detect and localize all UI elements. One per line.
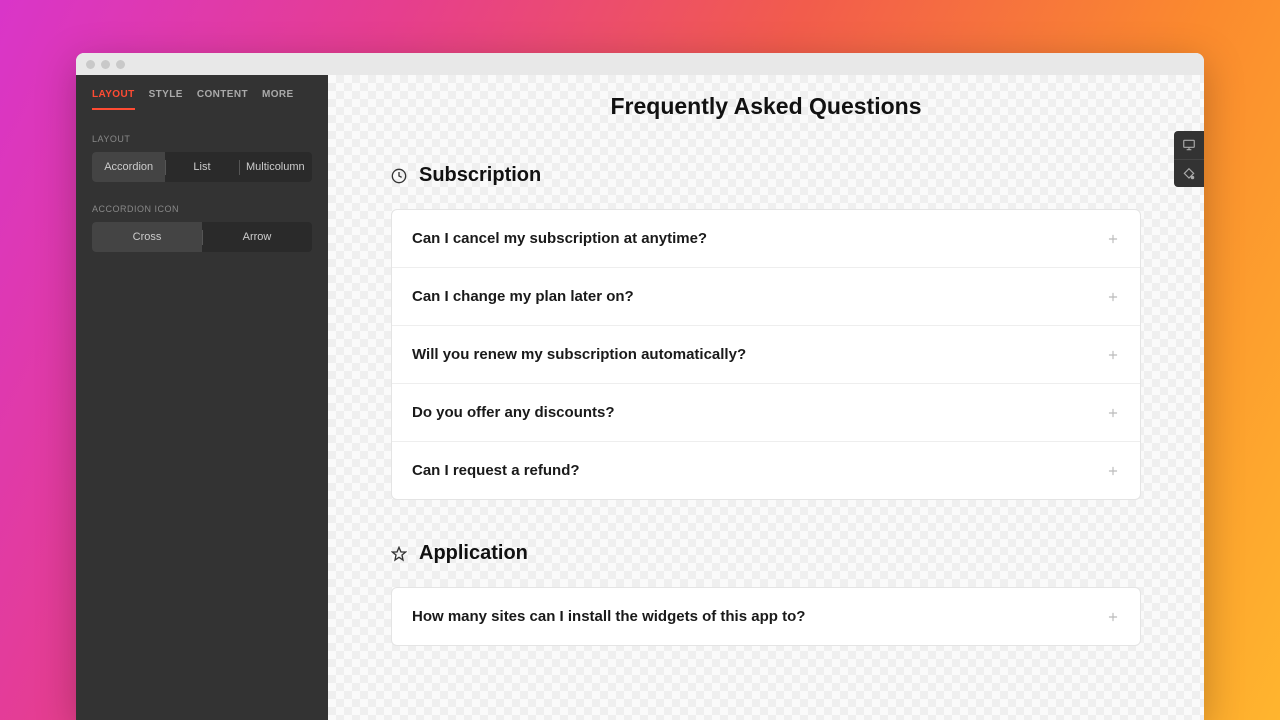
layout-option-accordion[interactable]: Accordion bbox=[92, 152, 165, 182]
plus-icon bbox=[1106, 232, 1120, 246]
faq-question: Can I change my plan later on? bbox=[412, 288, 634, 305]
plus-icon bbox=[1106, 406, 1120, 420]
tab-more[interactable]: MORE bbox=[262, 89, 294, 110]
faq-category: Subscription Can I cancel my subscriptio… bbox=[391, 164, 1141, 500]
layout-option-list[interactable]: List bbox=[165, 152, 238, 182]
faq-accordion-card: Can I cancel my subscription at anytime?… bbox=[391, 209, 1141, 500]
settings-sidebar: LAYOUT STYLE CONTENT MORE LAYOUT Accordi… bbox=[76, 75, 328, 720]
faq-question: Can I request a refund? bbox=[412, 462, 580, 479]
icon-option-arrow[interactable]: Arrow bbox=[202, 222, 312, 252]
desktop-view-button[interactable] bbox=[1174, 131, 1204, 159]
faq-question: How many sites can I install the widgets… bbox=[412, 608, 805, 625]
faq-accordion-card: How many sites can I install the widgets… bbox=[391, 587, 1141, 646]
icon-option-cross[interactable]: Cross bbox=[92, 222, 202, 252]
settings-tabs: LAYOUT STYLE CONTENT MORE bbox=[92, 89, 312, 110]
layout-segment: Accordion List Multicolumn bbox=[92, 152, 312, 182]
layout-section-label: LAYOUT bbox=[92, 134, 312, 144]
tab-content[interactable]: CONTENT bbox=[197, 89, 248, 110]
window-zoom-dot[interactable] bbox=[116, 60, 125, 69]
color-tool-button[interactable] bbox=[1174, 159, 1204, 187]
faq-category-title: Subscription bbox=[419, 164, 541, 187]
tab-layout[interactable]: LAYOUT bbox=[92, 89, 135, 110]
app-window: LAYOUT STYLE CONTENT MORE LAYOUT Accordi… bbox=[76, 53, 1204, 720]
clock-icon bbox=[391, 168, 407, 184]
preview-canvas: Frequently Asked Questions Subscription … bbox=[328, 75, 1204, 720]
window-minimize-dot[interactable] bbox=[101, 60, 110, 69]
star-icon bbox=[391, 546, 407, 562]
plus-icon bbox=[1106, 610, 1120, 624]
faq-item[interactable]: How many sites can I install the widgets… bbox=[392, 588, 1140, 645]
accordion-icon-segment: Cross Arrow bbox=[92, 222, 312, 252]
window-titlebar bbox=[76, 53, 1204, 75]
layout-option-multicolumn[interactable]: Multicolumn bbox=[239, 152, 312, 182]
preview-tools bbox=[1174, 131, 1204, 187]
faq-item[interactable]: Can I change my plan later on? bbox=[392, 267, 1140, 325]
plus-icon bbox=[1106, 290, 1120, 304]
faq-category-header: Application bbox=[391, 542, 1141, 565]
tab-style[interactable]: STYLE bbox=[149, 89, 183, 110]
faq-question: Can I cancel my subscription at anytime? bbox=[412, 230, 707, 247]
faq-question: Do you offer any discounts? bbox=[412, 404, 615, 421]
window-close-dot[interactable] bbox=[86, 60, 95, 69]
accordion-icon-section-label: ACCORDION ICON bbox=[92, 204, 312, 214]
faq-category-header: Subscription bbox=[391, 164, 1141, 187]
faq-item[interactable]: Do you offer any discounts? bbox=[392, 383, 1140, 441]
plus-icon bbox=[1106, 464, 1120, 478]
faq-question: Will you renew my subscription automatic… bbox=[412, 346, 746, 363]
faq-item[interactable]: Can I request a refund? bbox=[392, 441, 1140, 499]
faq-item[interactable]: Can I cancel my subscription at anytime? bbox=[392, 210, 1140, 267]
faq-category-title: Application bbox=[419, 542, 528, 565]
faq-main-title: Frequently Asked Questions bbox=[328, 93, 1204, 120]
plus-icon bbox=[1106, 348, 1120, 362]
faq-item[interactable]: Will you renew my subscription automatic… bbox=[392, 325, 1140, 383]
faq-category: Application How many sites can I install… bbox=[391, 542, 1141, 646]
